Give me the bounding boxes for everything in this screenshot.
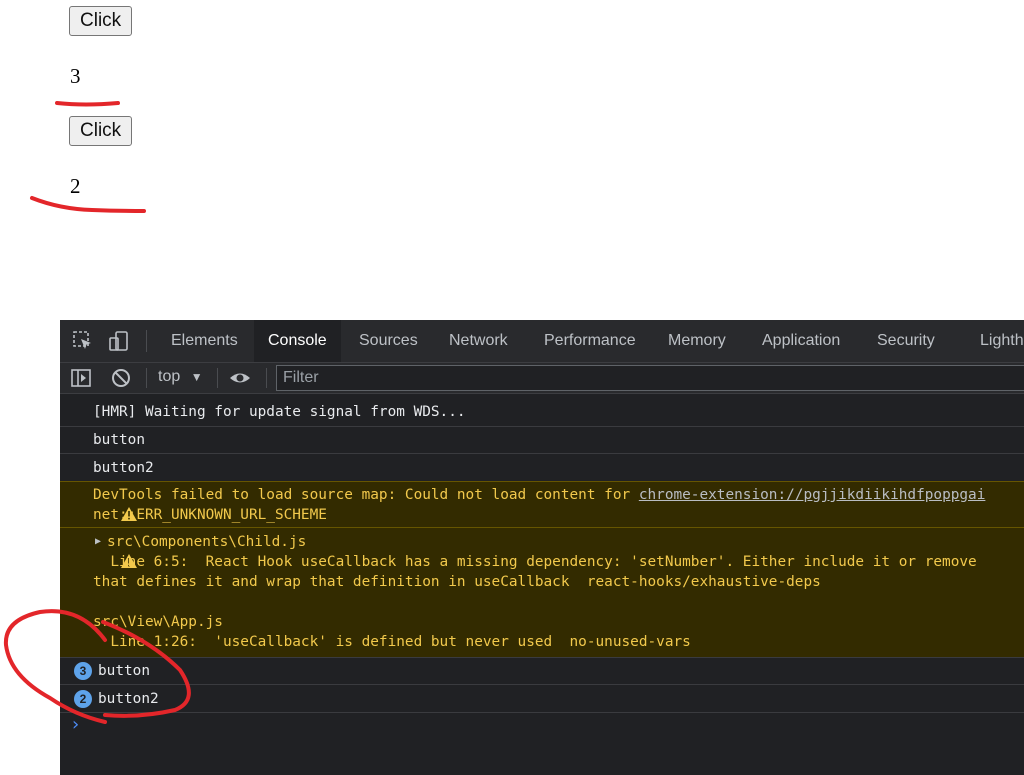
tab-lighthouse[interactable]: Lighth — [980, 320, 1024, 362]
eslint-warning: ▶ src\Components\Child.js Line 6:5: Reac… — [60, 527, 1024, 657]
tab-console[interactable]: Console — [254, 320, 341, 362]
count-display-1: 3 — [70, 64, 81, 88]
eslint-line-3: Line 1:26: 'useCallback' is defined but … — [93, 634, 691, 650]
chevron-down-icon: ▼ — [190, 370, 203, 384]
sourcemap-warning: DevTools failed to load source map: Coul… — [60, 481, 1024, 527]
clear-console-icon[interactable] — [110, 367, 132, 394]
click-button-1[interactable]: Click — [69, 6, 133, 36]
tab-elements[interactable]: Elements — [171, 320, 238, 362]
tab-memory[interactable]: Memory — [668, 320, 726, 362]
inspect-element-icon[interactable] — [72, 330, 94, 357]
console-message-button2: button2 — [60, 453, 1024, 481]
warning-text: DevTools failed to load source map: Coul… — [93, 487, 639, 503]
expand-triangle-icon[interactable]: ▶ — [95, 532, 101, 552]
show-sidebar-icon[interactable] — [70, 367, 92, 394]
repeat-count-badge: 2 — [74, 690, 92, 708]
context-selector[interactable]: top ▼ — [158, 368, 203, 386]
console-toolbar: top ▼ — [60, 363, 1024, 394]
click-button-2[interactable]: Click — [69, 116, 133, 146]
context-label: top — [158, 368, 181, 385]
prompt-chevron-icon: › — [72, 714, 80, 735]
sourcemap-link[interactable]: chrome-extension://pgjjikdiikihdfpoppgai — [639, 487, 986, 503]
devtools-panel: Elements Console Sources Network Perform… — [60, 320, 1024, 775]
eye-icon[interactable] — [228, 368, 252, 393]
grouped-message-button2: 2 button2 — [60, 684, 1024, 712]
devtools-tab-bar: Elements Console Sources Network Perform… — [60, 320, 1024, 363]
repeat-count-badge: 3 — [74, 662, 92, 680]
tab-sources[interactable]: Sources — [359, 320, 418, 362]
tab-performance[interactable]: Performance — [544, 320, 636, 362]
device-toolbar-icon[interactable] — [108, 330, 130, 357]
count-display-2: 2 — [70, 174, 81, 198]
warning-error-code: net::ERR_UNKNOWN_URL_SCHEME — [93, 507, 327, 523]
console-message-hmr: [HMR] Waiting for update signal from WDS… — [93, 404, 466, 420]
grouped-message-button: 3 button — [60, 657, 1024, 684]
console-message-button: button — [60, 426, 1024, 453]
console-prompt[interactable]: › — [60, 712, 1024, 775]
tab-security[interactable]: Security — [877, 320, 935, 362]
eslint-file-child: src\Components\Child.js — [107, 534, 307, 550]
filter-input[interactable] — [276, 365, 1024, 391]
eslint-line-2: that defines it and wrap that definition… — [93, 574, 821, 590]
eslint-line-1: Line 6:5: React Hook useCallback has a m… — [93, 554, 977, 570]
eslint-file-app: src\View\App.js — [93, 614, 223, 630]
tab-application[interactable]: Application — [762, 320, 840, 362]
tab-network[interactable]: Network — [449, 320, 508, 362]
